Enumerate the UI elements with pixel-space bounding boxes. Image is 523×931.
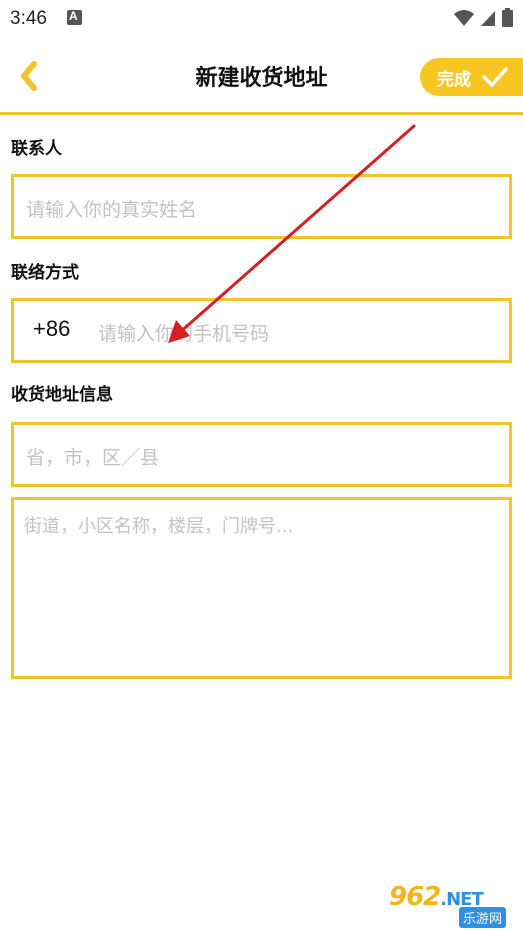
phone-input[interactable]: +86 请输入你的手机号码 [11, 298, 512, 363]
region-selector[interactable]: 省，市，区／县 [11, 422, 512, 487]
name-placeholder: 请输入你的真实姓名 [26, 199, 198, 221]
signal-icon [481, 10, 495, 26]
watermark-number: 962 [389, 882, 441, 912]
app-header: 新建收货地址 完成 [0, 38, 523, 112]
header-divider [0, 112, 523, 115]
phone-prefix: +86 [33, 316, 71, 341]
done-label: 完成 [437, 69, 471, 90]
done-button[interactable]: 完成 [420, 58, 523, 96]
battery-icon [502, 8, 513, 27]
address-label: 收货地址信息 [11, 385, 113, 405]
wifi-icon [454, 9, 474, 26]
name-input[interactable]: 请输入你的真实姓名 [11, 174, 512, 239]
street-textarea[interactable]: 街道，小区名称，楼层，门牌号... [11, 497, 512, 679]
status-icons [454, 8, 513, 27]
street-placeholder: 街道，小区名称，楼层，门牌号... [24, 516, 294, 537]
watermark-logo: 962.NET 乐游网 [389, 882, 517, 928]
phone-label: 联络方式 [11, 263, 79, 283]
watermark-sub: 乐游网 [459, 907, 507, 928]
status-bar: 3:46 [0, 0, 523, 38]
notification-a-icon [67, 9, 82, 25]
check-icon [482, 67, 508, 87]
region-placeholder: 省，市，区／县 [26, 447, 160, 469]
status-time: 3:46 [10, 8, 47, 29]
phone-placeholder: 请输入你的手机号码 [98, 323, 270, 345]
contact-label: 联系人 [11, 139, 62, 159]
